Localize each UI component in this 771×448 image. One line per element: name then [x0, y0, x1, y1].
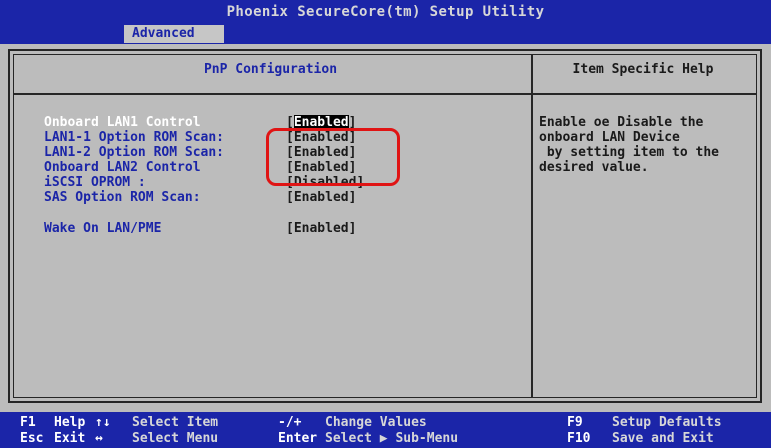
setting-sas-option-rom-scan[interactable]: SAS Option ROM Scan: [Enabled]: [44, 190, 524, 205]
red-highlight-annotation: [266, 128, 400, 186]
footer-desc: Select Item: [132, 415, 219, 430]
setting-label: LAN1-1 Option ROM Scan:: [44, 130, 225, 145]
title-bar: Phoenix SecureCore(tm) Setup Utility Adv…: [0, 0, 771, 44]
footer-key: ↑↓: [95, 415, 111, 430]
setting-label: Onboard LAN2 Control: [44, 160, 201, 175]
footer-key: ↔: [95, 431, 103, 446]
footer-desc: Select Menu: [132, 431, 219, 446]
footer-key: Enter: [278, 431, 318, 446]
setting-wake-on-lan-pme[interactable]: Wake On LAN/PME [Enabled]: [44, 221, 524, 236]
footer-key: F9: [567, 415, 583, 430]
footer-key: Esc: [20, 431, 44, 446]
help-title: Item Specific Help: [572, 62, 714, 77]
footer-desc: Help: [54, 415, 86, 430]
setting-label: Wake On LAN/PME: [44, 221, 162, 236]
setting-label: iSCSI OPROM :: [44, 175, 146, 190]
footer-desc: Select ▶ Sub-Menu: [325, 431, 459, 446]
footer-desc: Save and Exit: [612, 431, 714, 446]
setting-value[interactable]: [Enabled]: [286, 190, 356, 205]
help-text: Enable oe Disable the onboard LAN Device…: [539, 115, 720, 175]
footer-keybar: F1 Help ↑↓ Select Item -/+ Change Values…: [0, 412, 771, 448]
header-divider: [14, 93, 756, 95]
footer-key: F1: [20, 415, 36, 430]
setting-label: SAS Option ROM Scan:: [44, 190, 201, 205]
section-title: PnP Configuration: [203, 62, 338, 77]
setting-label: Onboard LAN1 Control: [44, 115, 201, 130]
footer-key: F10: [567, 431, 591, 446]
app-title: Phoenix SecureCore(tm) Setup Utility: [226, 4, 545, 20]
footer-key: -/+: [278, 415, 302, 430]
setting-label: LAN1-2 Option ROM Scan:: [44, 145, 225, 160]
panel-divider: [531, 55, 533, 397]
setting-value[interactable]: [Enabled]: [286, 221, 356, 236]
footer-desc: Change Values: [325, 415, 427, 430]
tab-advanced[interactable]: Advanced: [124, 25, 224, 43]
footer-desc: Setup Defaults: [612, 415, 722, 430]
footer-desc: Exit: [54, 431, 86, 446]
